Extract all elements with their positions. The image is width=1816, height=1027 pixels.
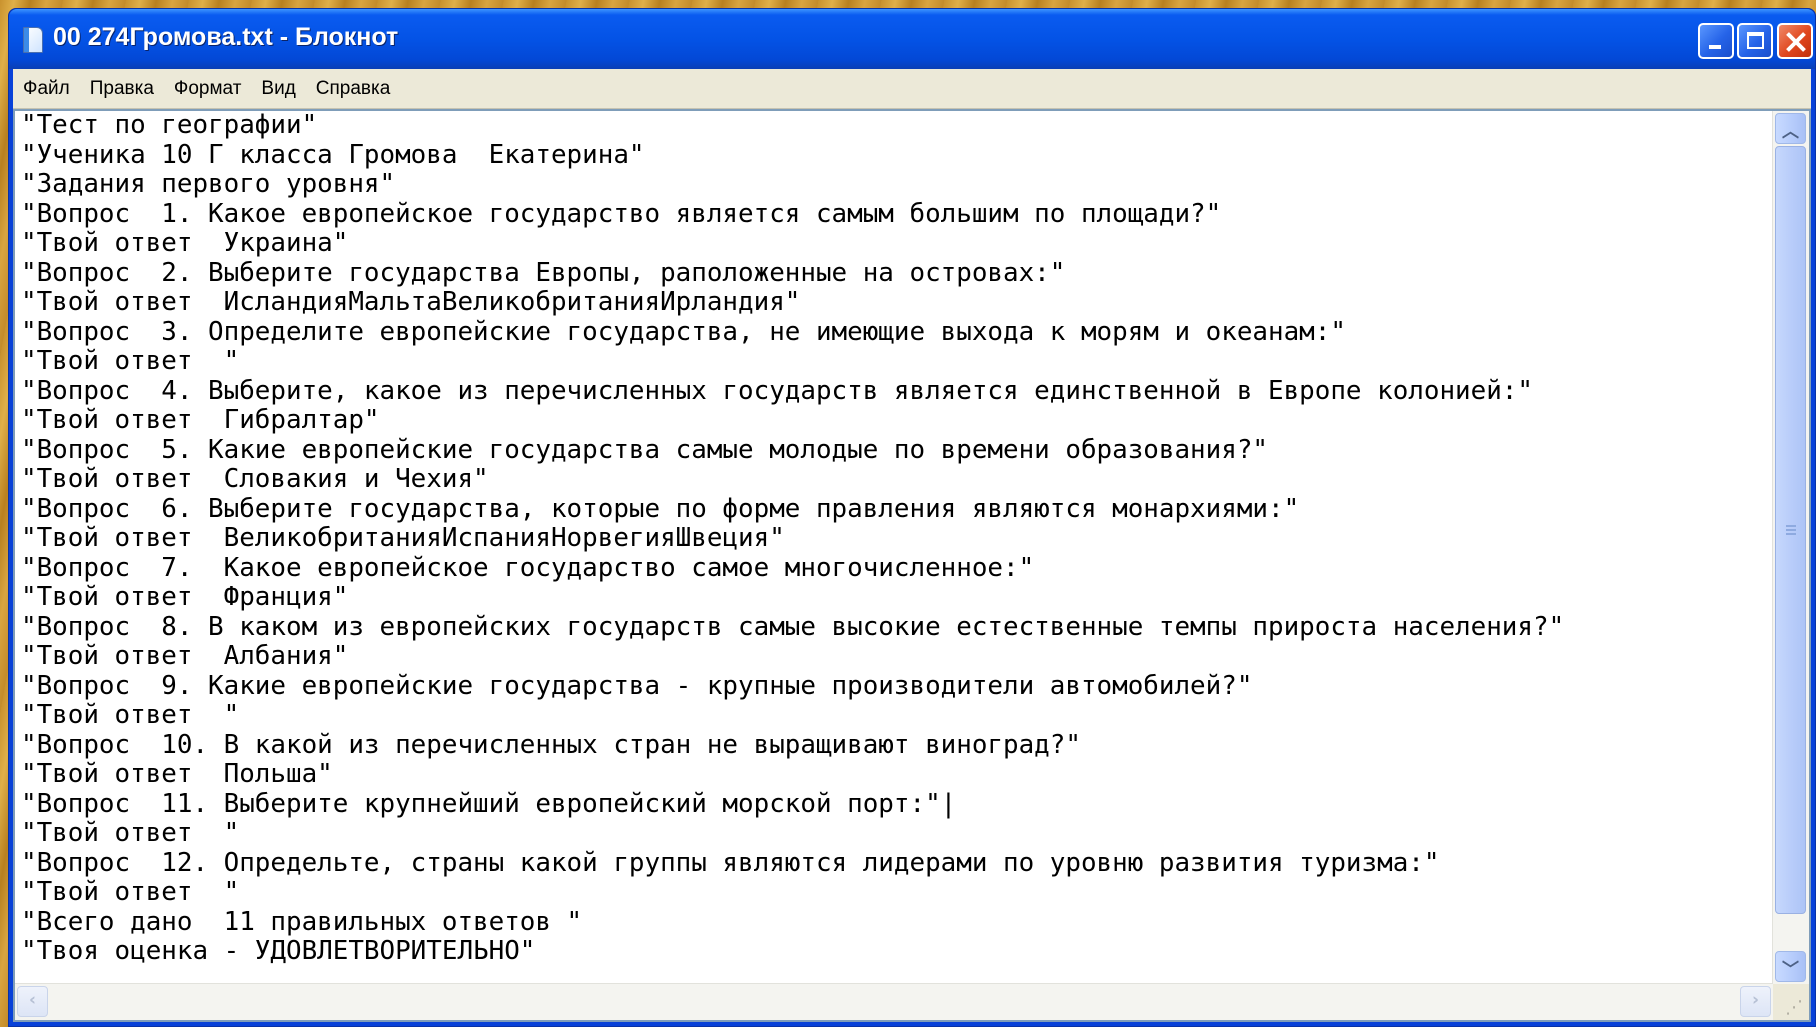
text-line: "Вопрос 4. Выберите, какое из перечислен… (21, 375, 1533, 406)
text-line: "Вопрос 8. В каком из европейских госуда… (21, 611, 1565, 642)
text-line: "Вопрос 3. Определите европейские госуда… (21, 316, 1346, 347)
text-line: "Твой ответ " (21, 346, 240, 376)
text-line: "Твой ответ ВеликобританияИспанияНорвеги… (21, 523, 785, 553)
text-line: "Задания первого уровня" (21, 169, 396, 199)
text-line: "Вопрос 10. В какой из перечисленных стр… (21, 729, 1081, 760)
text-line: "Твой ответ Словакия и Чехия" (21, 464, 489, 494)
chevron-left-icon: ‹ (28, 990, 36, 1010)
window-title: 00 274Громова.txt - Блокнот (53, 23, 399, 51)
scroll-left-button[interactable]: ‹ (17, 986, 48, 1017)
close-button[interactable] (1777, 23, 1813, 59)
text-line: "Вопрос 2. Выберите государства Европы, … (21, 257, 1066, 288)
menu-format[interactable]: Формат (174, 78, 242, 100)
text-line: "Твой ответ ИсландияМальтаВеликобритания… (21, 287, 801, 317)
text-line: "Твой ответ Гибралтар" (21, 405, 380, 435)
notepad-window: 00 274Громова.txt - Блокнот Файл Правка … (8, 8, 1816, 1027)
text-content[interactable]: "Тест по географии" "Ученика 10 Г класса … (21, 111, 1769, 980)
text-line: "Твой ответ " (21, 700, 240, 730)
text-line: "Твоя оценка - УДОВЛЕТВОРИТЕЛЬНО" (21, 936, 536, 966)
text-line: "Вопрос 7. Какое европейское государство… (21, 552, 1035, 583)
text-line: "Всего дано 11 правильных ответов " (21, 906, 583, 937)
text-line: "Твой ответ Украина" (21, 228, 349, 258)
text-line: "Вопрос 12. Определьте, страны какой гру… (21, 847, 1440, 878)
text-line: "Вопрос 11. Выберите крупнейший европейс… (21, 788, 957, 819)
menu-help[interactable]: Справка (316, 78, 391, 100)
resize-grip[interactable] (1773, 984, 1809, 1020)
text-line: "Вопрос 9. Какие европейские государства… (21, 670, 1253, 701)
scroll-down-button[interactable]: ﹀ (1775, 951, 1806, 982)
scroll-up-button[interactable]: ︿ (1775, 113, 1806, 144)
text-line: "Твой ответ Франция" (21, 582, 349, 612)
text-line: "Твой ответ Польша" (21, 759, 333, 789)
text-line: "Твой ответ " (21, 877, 240, 907)
vertical-scroll-thumb[interactable] (1775, 146, 1806, 914)
menu-bar: Файл Правка Формат Вид Справка (13, 69, 1811, 109)
text-line: "Ученика 10 Г класса Громова Екатерина" (21, 139, 645, 170)
menu-file[interactable]: Файл (23, 78, 70, 100)
menu-view[interactable]: Вид (261, 78, 295, 100)
title-bar[interactable]: 00 274Громова.txt - Блокнот (9, 9, 1815, 69)
chevron-right-icon: › (1751, 990, 1759, 1010)
text-line: "Твой ответ Албания" (21, 641, 349, 671)
scroll-right-button[interactable]: › (1740, 986, 1771, 1017)
text-line: "Вопрос 6. Выберите государства, которые… (21, 493, 1300, 524)
text-editor[interactable]: "Тест по географии" "Ученика 10 Г класса … (13, 109, 1811, 1022)
chevron-up-icon: ︿ (1782, 122, 1799, 142)
vertical-scrollbar[interactable]: ︿ ﹀ (1772, 111, 1809, 984)
chevron-down-icon: ﹀ (1782, 960, 1799, 980)
text-line: "Вопрос 5. Какие европейские государства… (21, 434, 1268, 465)
text-line: "Вопрос 1. Какое европейское государство… (21, 198, 1222, 229)
notepad-icon (23, 27, 43, 53)
text-line: "Твой ответ " (21, 818, 240, 848)
maximize-button[interactable] (1737, 23, 1773, 59)
menu-edit[interactable]: Правка (90, 78, 154, 100)
minimize-button[interactable] (1698, 23, 1734, 59)
text-line: "Тест по географии" (21, 111, 318, 140)
horizontal-scrollbar[interactable]: ‹ › (15, 983, 1773, 1020)
